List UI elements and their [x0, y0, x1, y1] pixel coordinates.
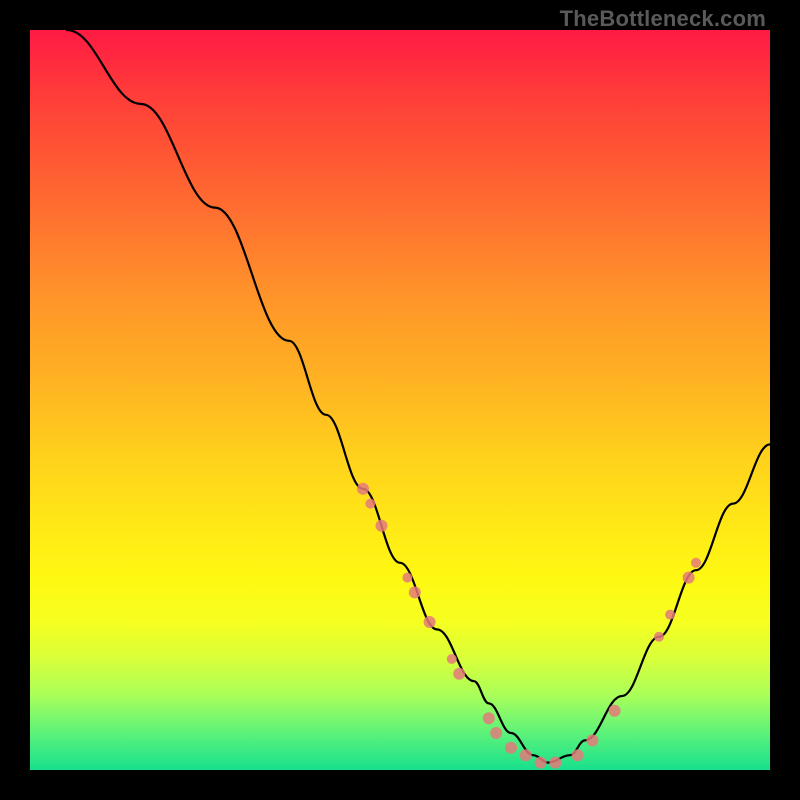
data-marker — [691, 558, 701, 568]
data-marker — [549, 757, 561, 769]
data-marker — [402, 573, 412, 583]
data-marker — [409, 586, 421, 598]
watermark-text: TheBottleneck.com — [560, 6, 766, 32]
data-marker — [520, 749, 532, 761]
data-marker — [365, 499, 375, 509]
data-marker — [483, 712, 495, 724]
data-marker — [424, 616, 436, 628]
data-marker — [357, 483, 369, 495]
data-marker — [453, 668, 465, 680]
data-marker — [665, 610, 675, 620]
plot-area — [30, 30, 770, 770]
data-marker — [447, 654, 457, 664]
data-marker — [490, 727, 502, 739]
data-marker — [683, 572, 695, 584]
marker-group — [357, 483, 701, 769]
curve-svg — [30, 30, 770, 770]
data-marker — [505, 742, 517, 754]
data-marker — [609, 705, 621, 717]
data-marker — [586, 734, 598, 746]
bottleneck-curve — [67, 30, 770, 763]
data-marker — [654, 632, 664, 642]
data-marker — [572, 749, 584, 761]
data-marker — [376, 520, 388, 532]
chart-frame: TheBottleneck.com — [0, 0, 800, 800]
data-marker — [535, 757, 547, 769]
